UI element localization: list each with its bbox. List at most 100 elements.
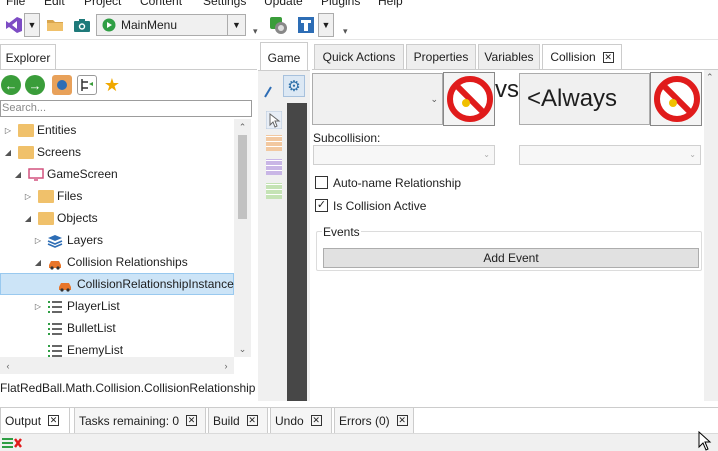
tab-properties[interactable]: Properties xyxy=(406,44,476,70)
tab-collision[interactable]: Collision ✕ xyxy=(542,44,622,70)
forward-arrow-icon[interactable]: → xyxy=(25,75,45,95)
close-icon[interactable]: ✕ xyxy=(246,415,258,426)
screen-combo[interactable]: MainMenu ▼ xyxy=(96,14,246,36)
tree-item-screens[interactable]: ◢ Screens xyxy=(0,141,234,163)
collision-panel-scrollbar[interactable]: ⌃ xyxy=(704,70,718,401)
menu-edit[interactable]: Edit xyxy=(44,0,65,8)
glue-tool-icon[interactable] xyxy=(266,13,290,37)
chevron-down-icon[interactable]: ▼ xyxy=(318,13,334,37)
tree-vertical-scrollbar[interactable]: ⌃ ⌄ xyxy=(234,119,251,357)
expander-expanded-icon[interactable]: ◢ xyxy=(3,148,13,157)
close-icon[interactable]: ✕ xyxy=(186,415,198,426)
tree-item-label: GameScreen xyxy=(47,167,118,181)
tab-build[interactable]: Build ✕ xyxy=(208,408,268,434)
close-icon[interactable]: ✕ xyxy=(602,51,614,63)
first-subcollision-combo[interactable]: ⌄ xyxy=(313,145,495,165)
game-view[interactable] xyxy=(287,103,307,401)
tree-item-label: Objects xyxy=(57,211,98,225)
first-object-no-collision-icon[interactable] xyxy=(443,72,495,126)
expander-expanded-icon[interactable]: ◢ xyxy=(33,258,43,267)
scroll-up-icon[interactable]: ⌃ xyxy=(706,72,714,83)
scroll-down-icon[interactable]: ⌄ xyxy=(234,341,251,357)
scroll-right-icon[interactable]: › xyxy=(218,357,234,374)
tab-game-label: Game xyxy=(267,50,301,65)
tree-item-label: BulletList xyxy=(67,321,116,335)
tree-item-label: Collision Relationships xyxy=(67,255,188,269)
close-icon[interactable]: ✕ xyxy=(310,415,322,426)
tree-item-playerlist[interactable]: ▷ PlayerList xyxy=(0,295,234,317)
tree-item-bulletlist[interactable]: BulletList xyxy=(0,317,234,339)
tile-brush-purple-icon[interactable] xyxy=(266,159,282,175)
expander-collapsed-icon[interactable]: ▷ xyxy=(33,236,43,245)
menu-plugins[interactable]: Plugins xyxy=(321,0,360,8)
tree-item-files[interactable]: ▷ Files xyxy=(0,185,234,207)
chevron-down-icon[interactable]: ▼ xyxy=(24,13,40,37)
explorer-tree: ▷ Entities ◢ Screens ◢ GameScreen ▷ File… xyxy=(0,119,234,357)
tab-variables[interactable]: Variables xyxy=(478,44,540,70)
tab-undo[interactable]: Undo ✕ xyxy=(270,408,332,434)
camera-icon[interactable] xyxy=(70,13,94,37)
second-object-combo[interactable]: <Always xyxy=(519,73,650,125)
tab-output[interactable]: Output ✕ xyxy=(0,408,70,434)
chevron-down-icon[interactable]: ▼ xyxy=(227,15,245,35)
menu-update[interactable]: Update xyxy=(264,0,303,8)
expander-collapsed-icon[interactable]: ▷ xyxy=(23,192,33,201)
back-arrow-icon[interactable]: ← xyxy=(1,75,21,95)
tree-item-entities[interactable]: ▷ Entities xyxy=(0,119,234,141)
star-icon[interactable]: ★ xyxy=(102,75,122,95)
scroll-thumb[interactable] xyxy=(238,135,247,219)
menu-help[interactable]: Help xyxy=(378,0,403,8)
menu-project[interactable]: Project xyxy=(84,0,121,8)
second-subcollision-combo[interactable]: ⌄ xyxy=(519,145,701,165)
collapse-all-icon[interactable] xyxy=(52,75,72,95)
second-object-no-collision-icon[interactable] xyxy=(650,72,702,126)
gear-icon[interactable]: ⚙ xyxy=(283,75,305,97)
expander-expanded-icon[interactable]: ◢ xyxy=(23,214,33,223)
menu-file[interactable]: File xyxy=(6,0,25,8)
tile-brush-orange-icon[interactable] xyxy=(266,135,282,151)
add-event-button[interactable]: Add Event xyxy=(323,248,699,268)
search-input[interactable]: Search... xyxy=(0,100,252,117)
tree-item-objects[interactable]: ◢ Objects xyxy=(0,207,234,229)
tab-explorer[interactable]: Explorer xyxy=(0,44,56,70)
expander-collapsed-icon[interactable]: ▷ xyxy=(3,126,13,135)
bottom-tabstrip: Output ✕ Tasks remaining: 0 ✕ Build ✕ Undo ✕… xyxy=(0,407,718,434)
tab-game[interactable]: Game xyxy=(260,42,308,72)
collision-panel: ⌄ vs <Always Subcollision: ⌄ ⌄ Auto-name… xyxy=(312,69,718,401)
auto-name-checkbox[interactable] xyxy=(315,176,328,189)
events-label: Events xyxy=(322,225,361,239)
tile-brush-green-icon[interactable] xyxy=(266,183,282,199)
tree-item-gamescreen[interactable]: ◢ GameScreen xyxy=(0,163,234,185)
tree-item-layers[interactable]: ▷ Layers xyxy=(0,229,234,251)
expander-expanded-icon[interactable]: ◢ xyxy=(13,170,23,179)
menu-settings[interactable]: Settings xyxy=(203,0,246,8)
chevron-down-icon[interactable]: ⌄ xyxy=(430,94,438,105)
main-toolbar: ▼ MainMenu ▼ ▾ ▼ ▾ xyxy=(0,10,718,40)
game-tool-strip xyxy=(260,71,282,401)
tree-item-collision-relationships[interactable]: ◢ Collision Relationships xyxy=(0,251,234,273)
tab-quick-actions[interactable]: Quick Actions xyxy=(314,44,404,70)
tab-errors[interactable]: Errors (0) ✕ xyxy=(334,408,414,434)
tree-item-enemylist[interactable]: EnemyList xyxy=(0,339,234,357)
expander-collapsed-icon[interactable]: ▷ xyxy=(33,302,43,311)
text-tool-icon[interactable] xyxy=(294,13,318,37)
list-icon xyxy=(47,300,63,313)
tree-item-label: EnemyList xyxy=(67,343,124,357)
first-object-combo[interactable]: ⌄ xyxy=(312,73,443,125)
menu-content[interactable]: Content xyxy=(140,0,182,8)
tree-sync-icon[interactable] xyxy=(77,75,97,95)
menu-bar: File Edit Project Content Settings Updat… xyxy=(0,0,718,10)
game-panel: ⚙ xyxy=(258,70,310,401)
open-folder-icon[interactable] xyxy=(43,13,67,37)
tree-horizontal-scrollbar[interactable]: ‹ › xyxy=(0,357,234,374)
scroll-up-icon[interactable]: ⌃ xyxy=(234,119,251,135)
close-icon[interactable]: ✕ xyxy=(396,415,408,426)
subcollision-label: Subcollision: xyxy=(313,131,381,145)
folder-icon xyxy=(18,123,34,137)
tree-item-collisionrelationshipinstance[interactable]: CollisionRelationshipInstance xyxy=(0,273,234,295)
tab-tasks-remaining[interactable]: Tasks remaining: 0 ✕ xyxy=(74,408,206,434)
close-icon[interactable]: ✕ xyxy=(48,415,60,426)
is-collision-active-checkbox[interactable]: ✓ xyxy=(315,199,328,212)
visual-studio-icon[interactable] xyxy=(2,13,26,37)
scroll-left-icon[interactable]: ‹ xyxy=(0,357,16,374)
